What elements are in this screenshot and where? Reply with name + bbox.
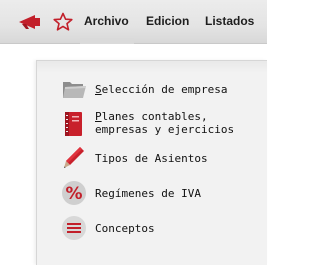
svg-text:%: % [65, 184, 82, 204]
accelerator-letter: S [95, 83, 102, 96]
accelerator-letter: P [95, 110, 102, 123]
menu-item-seleccion-empresa[interactable]: Selección de empresa [61, 76, 261, 102]
active-tab-indicator [80, 38, 134, 44]
menu-item-label: lanes contables, [101, 110, 208, 123]
menu-item-label: elección de empresa [101, 83, 228, 96]
star-icon[interactable] [53, 12, 73, 32]
menu-item-label-line2: empresas y ejercicios [95, 123, 235, 136]
menu-edicion[interactable]: Edicion [146, 14, 189, 28]
list-icon [62, 216, 86, 240]
menu-bar: Archivo Edicion Listados [0, 0, 267, 44]
menu-item-tipos-asientos[interactable]: Tipos de Asientos [61, 145, 261, 171]
menu-item-label: Tipos de Asientos [95, 152, 208, 165]
folder-icon [63, 82, 86, 98]
menu-listados[interactable]: Listados [205, 14, 254, 28]
menu-item-conceptos[interactable]: Conceptos [61, 215, 261, 241]
menu-archivo[interactable]: Archivo [84, 14, 129, 28]
menu-item-label: Conceptos [95, 222, 155, 235]
ledger-book-icon [65, 112, 82, 136]
pencil-icon [64, 147, 84, 168]
megaphone-icon[interactable] [17, 14, 43, 30]
menu-item-label: Regímenes de IVA [95, 187, 201, 200]
percent-icon: % [62, 181, 86, 205]
menu-item-regimenes-iva[interactable]: % Regímenes de IVA [61, 180, 261, 206]
archivo-dropdown-menu: Selección de empresa Planes contables, em… [36, 60, 267, 265]
menu-item-planes-contables[interactable]: Planes contables, empresas y ejercicios [61, 109, 261, 139]
